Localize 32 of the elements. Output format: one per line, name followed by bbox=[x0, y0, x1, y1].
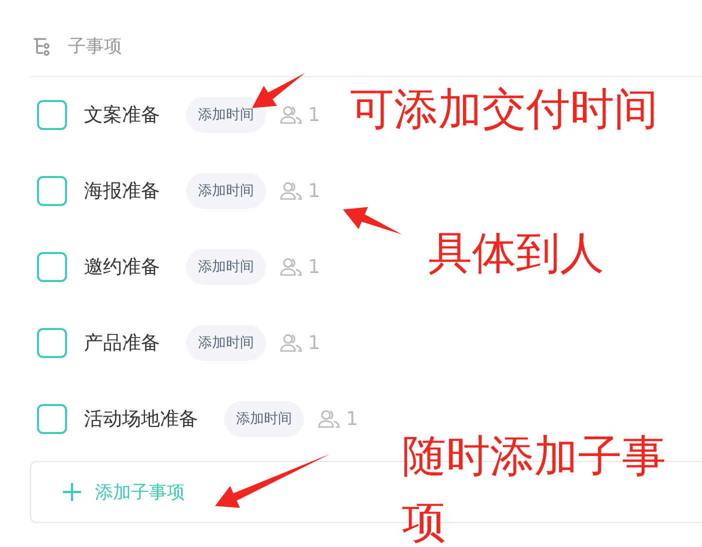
add-time-button[interactable]: 添加时间 bbox=[186, 325, 266, 361]
subtask-title: 产品准备 bbox=[84, 331, 160, 356]
checkbox[interactable] bbox=[37, 252, 67, 282]
subtask-tree-icon bbox=[32, 36, 52, 56]
annotation-text: 可添加交付时间 bbox=[350, 84, 658, 137]
checkbox[interactable] bbox=[37, 328, 67, 358]
annotation-text: 具体到人 bbox=[428, 228, 604, 281]
add-time-button[interactable]: 添加时间 bbox=[224, 401, 304, 437]
subtask-title: 活动场地准备 bbox=[84, 407, 198, 432]
checkbox[interactable] bbox=[37, 404, 67, 434]
people-icon[interactable] bbox=[280, 181, 302, 201]
people-icon[interactable] bbox=[280, 105, 302, 125]
assignee-count: 1 bbox=[308, 256, 320, 278]
people-icon[interactable] bbox=[318, 409, 340, 429]
assignee-count: 1 bbox=[308, 180, 320, 202]
assignee-count: 1 bbox=[308, 332, 320, 354]
checkbox[interactable] bbox=[37, 176, 67, 206]
annotation-arrow bbox=[343, 206, 402, 234]
plus-icon bbox=[62, 482, 82, 502]
subtask-title: 邀约准备 bbox=[84, 255, 160, 280]
section-title: 子事项 bbox=[68, 35, 122, 58]
checkbox[interactable] bbox=[37, 100, 67, 130]
assignee-count: 1 bbox=[308, 104, 320, 126]
assignee-count: 1 bbox=[346, 408, 358, 430]
add-time-button[interactable]: 添加时间 bbox=[186, 173, 266, 209]
add-time-button[interactable]: 添加时间 bbox=[186, 97, 266, 133]
annotation-arrow bbox=[252, 73, 305, 108]
add-time-button[interactable]: 添加时间 bbox=[186, 249, 266, 285]
subtask-title: 文案准备 bbox=[84, 103, 160, 128]
people-icon[interactable] bbox=[280, 333, 302, 353]
subtask-title: 海报准备 bbox=[84, 179, 160, 204]
people-icon[interactable] bbox=[280, 257, 302, 277]
